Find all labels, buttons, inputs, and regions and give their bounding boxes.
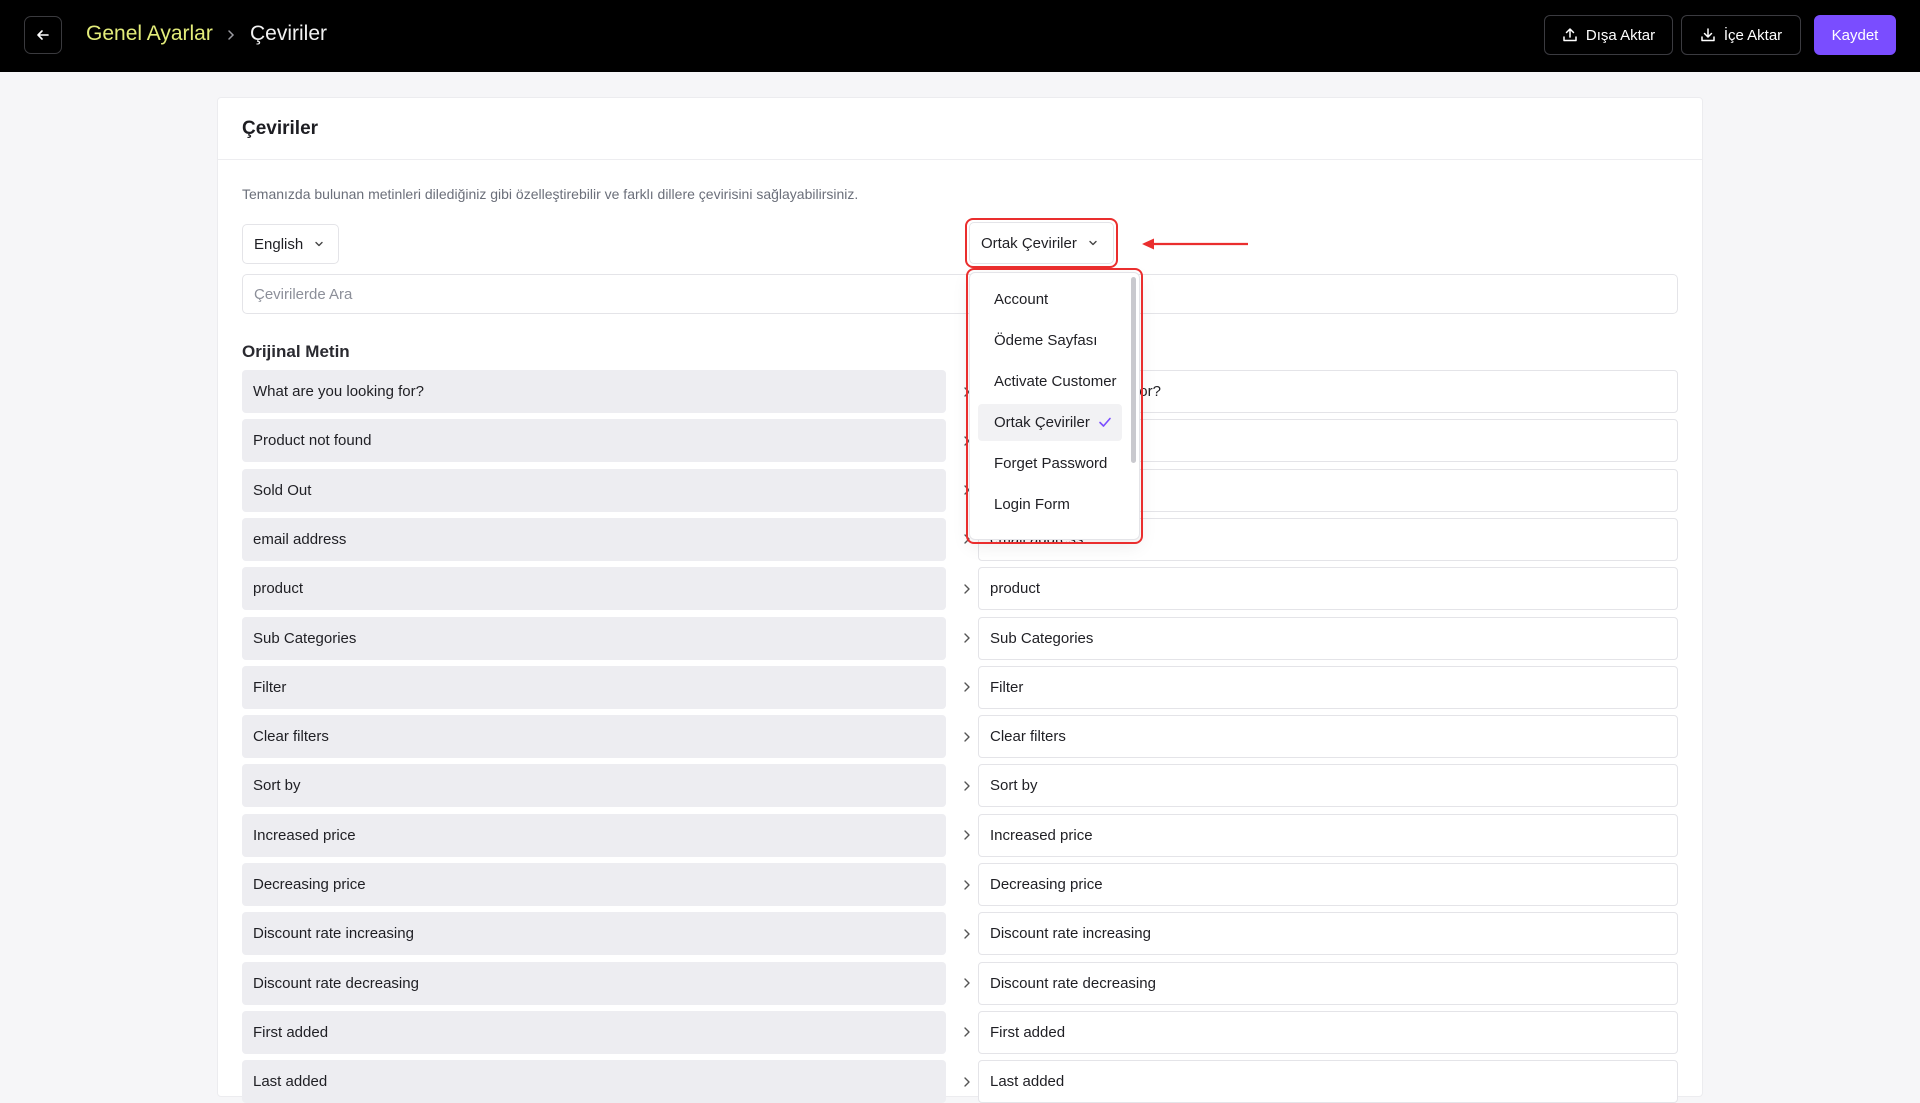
dropdown-item[interactable]: Account [978,281,1122,318]
dropdown-item-label: Ödeme Sayfası [994,332,1098,349]
original-text: Discount rate increasing [242,912,946,956]
translation-input[interactable] [978,715,1678,759]
original-text: Sold Out [242,468,946,512]
dropdown-item-label: Account [994,291,1049,308]
import-label: İçe Aktar [1723,26,1783,44]
chevron-down-icon [1089,240,1097,246]
original-text: Last added [242,1060,946,1103]
translation-row: Sold Out [242,468,1678,512]
translation-row: Sort by [242,764,1678,808]
search-input[interactable] [242,274,1678,314]
translation-input[interactable] [978,665,1678,709]
original-text: email address [242,517,946,561]
translation-input[interactable] [978,912,1678,956]
original-text: product [242,567,946,611]
breadcrumb-current: Çeviriler [250,22,328,45]
translation-row: product [242,567,1678,611]
translation-input[interactable] [978,1010,1678,1054]
dropdown-item-label: Forget Password [994,455,1108,472]
chevron-right-icon [958,1011,976,1054]
dropdown-item-label: Ortak Çeviriler [994,414,1090,431]
upload-icon [1563,28,1577,42]
original-text: Clear filters [242,715,946,759]
translation-row: What are you looking for? [242,370,1678,413]
chevron-right-icon [958,666,976,709]
translation-row: Last added [242,1060,1678,1103]
export-label: Dışa Aktar [1585,26,1656,44]
download-icon [1701,28,1715,42]
translation-input[interactable] [978,1060,1678,1103]
translation-input[interactable] [978,961,1678,1005]
translation-input[interactable] [978,616,1678,660]
check-icon [1099,417,1111,427]
translation-row: Clear filters [242,715,1678,759]
original-text: Sub Categories [242,616,946,660]
card-header: Çeviriler [218,98,1702,160]
translation-row: Decreasing price [242,863,1678,906]
translation-input[interactable] [978,764,1678,808]
dropdown-item[interactable]: Ödeme Sayfası [978,322,1122,359]
chevron-right-icon [958,863,976,906]
translation-row: email address [242,517,1678,561]
dropdown-item-label: Login Form [994,496,1070,513]
translation-row: Discount rate increasing [242,912,1678,956]
language-value: English [254,235,304,253]
original-text: Discount rate decreasing [242,961,946,1005]
category-value: Ortak Çeviriler [981,234,1077,252]
breadcrumb-home-link[interactable]: Genel Ayarlar [86,22,213,46]
dropdown-item[interactable]: Activate Customer [978,363,1122,400]
original-text: Product not found [242,419,946,463]
chevron-right-icon [958,764,976,807]
chevron-right-icon [958,814,976,857]
chevron-right-icon [958,567,976,610]
dropdown-item[interactable]: Forget Password [978,445,1122,482]
dropdown-scrollbar[interactable] [1131,277,1136,463]
arrow-left-icon [37,30,49,40]
chevron-right-icon [958,715,976,758]
chevron-right-icon [958,912,976,955]
card-description: Temanızda bulunan metinleri dilediğiniz … [242,186,859,202]
chevron-right-icon [226,26,240,44]
dropdown-item[interactable]: Ortak Çeviriler [978,404,1122,441]
category-dropdown-menu: Account Ödeme Sayfası Activate Customer Ort… [969,272,1140,540]
chevron-right-icon [958,617,976,660]
annotation-arrow-icon [1142,238,1248,250]
original-text: Increased price [242,813,946,857]
translation-row: Product not found [242,419,1678,463]
export-button[interactable]: Dışa Aktar [1544,15,1673,55]
translation-input[interactable] [978,567,1678,611]
dropdown-item-label: Product Detail [994,537,1088,539]
dropdown-item[interactable]: Product Detail [978,527,1122,539]
original-text: Decreasing price [242,863,946,906]
chevron-right-icon [958,962,976,1005]
translation-row: Discount rate decreasing [242,961,1678,1005]
translation-row: Filter [242,665,1678,709]
chevron-right-icon [958,1060,976,1103]
original-text: Filter [242,665,946,709]
dropdown-item[interactable]: Login Form [978,486,1122,523]
translations-card: Çeviriler Temanızda bulunan metinleri di… [217,97,1703,1103]
original-text: Sort by [242,764,946,808]
original-text: What are you looking for? [242,370,946,413]
card-title: Çeviriler [242,118,319,139]
section-title: Orijinal Metin [242,342,350,361]
save-button[interactable]: Kaydet [1814,15,1896,55]
original-text: First added [242,1010,946,1054]
translation-input[interactable] [978,813,1678,857]
top-bar: Genel Ayarlar Çeviriler Dışa Aktar İçe A… [0,0,1920,72]
category-select[interactable]: Ortak Çeviriler [969,222,1114,264]
translation-input[interactable] [978,863,1678,906]
import-button[interactable]: İçe Aktar [1681,15,1801,55]
chevron-down-icon [315,241,323,247]
language-select[interactable]: English [242,224,339,264]
translation-row: Increased price [242,813,1678,857]
back-button[interactable] [24,16,62,54]
translation-row: First added [242,1010,1678,1054]
dropdown-item-label: Activate Customer [994,373,1117,390]
translation-row: Sub Categories [242,616,1678,660]
